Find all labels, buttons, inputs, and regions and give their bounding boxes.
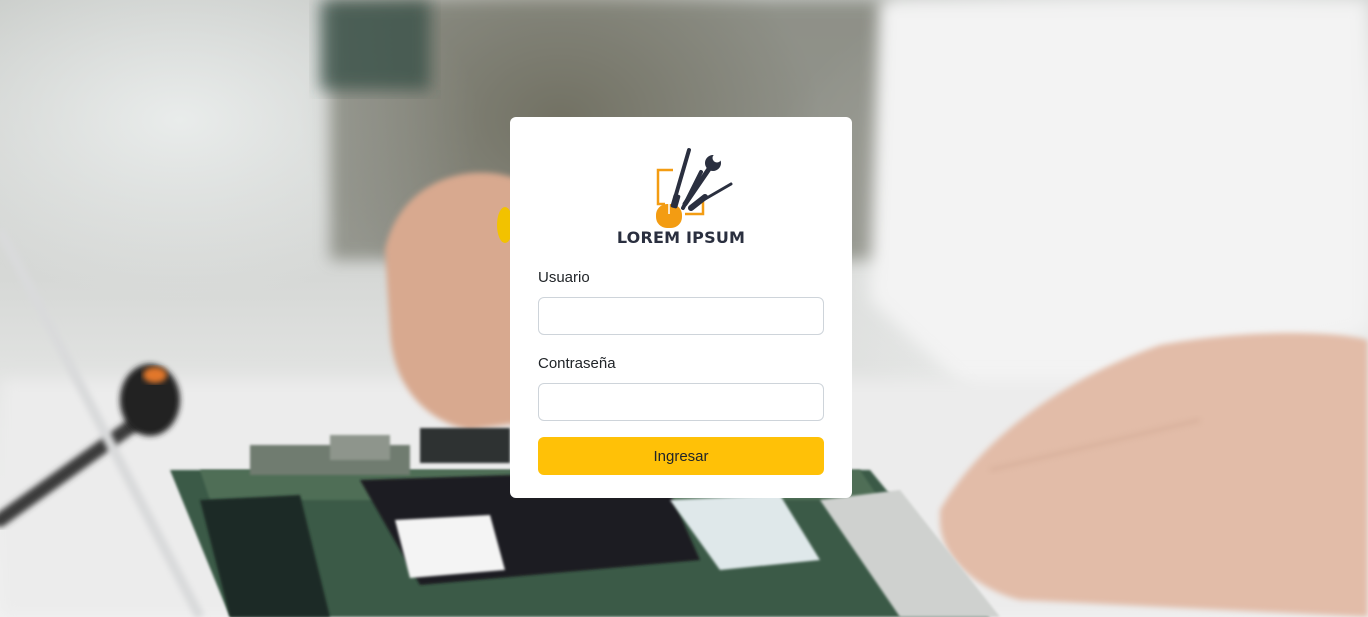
password-label: Contraseña: [538, 355, 616, 372]
password-input[interactable]: [538, 383, 824, 421]
login-card: LOREM IPSUM Usuario Contraseña Ingresar: [510, 117, 852, 498]
username-label: Usuario: [538, 269, 590, 286]
tools-mouse-icon: [656, 148, 733, 228]
logo-text: LOREM IPSUM: [616, 228, 746, 247]
company-logo: LOREM IPSUM: [613, 142, 749, 248]
login-button[interactable]: Ingresar: [538, 437, 824, 475]
username-input[interactable]: [538, 297, 824, 335]
